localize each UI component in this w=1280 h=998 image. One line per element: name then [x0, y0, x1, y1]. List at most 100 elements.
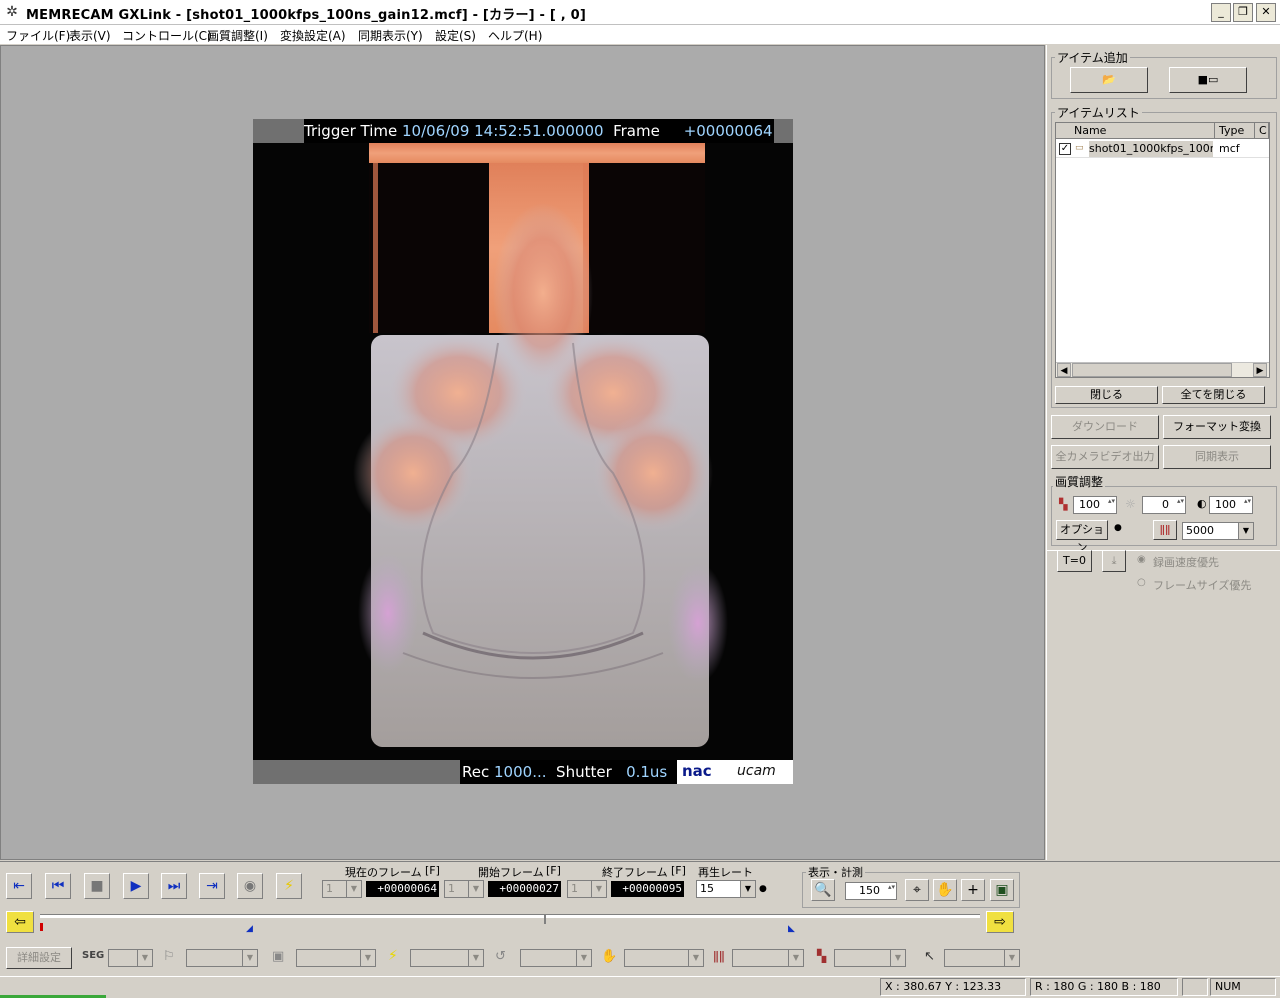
scroll-left-icon[interactable]: ◀	[1057, 363, 1071, 377]
camera-frame[interactable]: Trigger Time 10/06/09 14:52:51.000000 Fr…	[253, 119, 793, 784]
hand-select[interactable]: ▼	[624, 949, 704, 967]
minimize-button[interactable]: _	[1211, 3, 1231, 22]
menu-sync-display[interactable]: 同期表示(Y)	[358, 27, 423, 44]
last-frame-icon[interactable]: ⇥	[199, 873, 225, 899]
dropdown-arrow-icon[interactable]: ▼	[360, 950, 375, 966]
timeline-slider[interactable]: ◢ ◣	[40, 914, 980, 936]
stop-icon[interactable]: ■	[84, 873, 110, 899]
menu-convert-settings[interactable]: 変換設定(A)	[280, 27, 346, 44]
close-button[interactable]: 閉じる	[1055, 386, 1158, 404]
radio-size-icon[interactable]: ○	[1137, 577, 1146, 588]
rotate-select[interactable]: ▼	[520, 949, 592, 967]
horizontal-scrollbar[interactable]: ◀ ▶	[1056, 362, 1269, 377]
hand-tool-icon[interactable]: ✋	[601, 949, 617, 964]
dropdown-arrow-icon[interactable]: ▼	[740, 881, 755, 897]
color-temp-icon[interactable]: ǁǁ	[1153, 520, 1177, 540]
image-viewer[interactable]: Trigger Time 10/06/09 14:52:51.000000 Fr…	[0, 45, 1045, 860]
frame-icon[interactable]: ▣	[272, 949, 284, 964]
dropdown-arrow-icon[interactable]: ▼	[468, 881, 483, 897]
color-temp-select[interactable]: 5000 ▼	[1182, 522, 1254, 540]
detail-settings-button[interactable]: 詳細設定	[6, 947, 72, 969]
column-c[interactable]: C	[1255, 123, 1269, 139]
dropdown-arrow-icon[interactable]: ▼	[468, 950, 483, 966]
color-bars-icon[interactable]: ǁǁ	[713, 949, 725, 963]
menu-view[interactable]: 表示(V)	[69, 27, 111, 44]
gamma-spinner[interactable]: 100	[1209, 496, 1253, 514]
download-button[interactable]: ダウンロード	[1051, 415, 1159, 439]
menu-settings[interactable]: 設定(S)	[435, 27, 476, 44]
list-item[interactable]: ✓ ▭ shot01_1000kfps_100n... mcf	[1056, 140, 1269, 158]
dropdown-arrow-icon[interactable]: ▼	[688, 950, 703, 966]
rotate-icon[interactable]: ↺	[495, 949, 506, 964]
format-convert-button[interactable]: フォーマット変換	[1163, 415, 1271, 439]
menu-image-adjust[interactable]: 画質調整(I)	[207, 27, 268, 44]
maximize-button[interactable]: ❐	[1233, 3, 1253, 22]
step-back-icon[interactable]: ⏮	[45, 873, 71, 899]
seg-select[interactable]: ▼	[108, 949, 153, 967]
start-range-marker-icon[interactable]: ◢	[246, 924, 253, 934]
cursor-icon[interactable]: ↖	[924, 949, 935, 964]
step-forward-icon[interactable]: ⏭	[161, 873, 187, 899]
end-range-marker-icon[interactable]: ◣	[788, 924, 795, 934]
fit-icon[interactable]: ⌖	[905, 879, 929, 901]
menu-help[interactable]: ヘルプ(H)	[488, 27, 542, 44]
dropdown-arrow-icon[interactable]: ▼	[137, 950, 152, 966]
open-file-button[interactable]: 📂	[1070, 67, 1148, 93]
item-checkbox[interactable]: ✓	[1059, 143, 1071, 155]
trigger-select[interactable]: ▼	[410, 949, 484, 967]
run-select[interactable]: ▼	[186, 949, 258, 967]
record-icon[interactable]: ◉	[237, 873, 263, 899]
all-camera-video-button[interactable]: 全カメラビデオ出力	[1051, 445, 1159, 469]
contrast-tool-icon[interactable]: ▚	[817, 949, 826, 963]
download-arrow-icon[interactable]: ⤓	[1102, 550, 1126, 572]
dropdown-arrow-icon[interactable]: ▼	[576, 950, 591, 966]
crosshair-icon[interactable]: +	[961, 879, 985, 901]
item-list[interactable]: Name Type C ✓ ▭ shot01_1000kfps_100n... …	[1055, 122, 1270, 378]
t0-button[interactable]: T=0	[1057, 550, 1092, 572]
measure-icon[interactable]: ▣	[990, 879, 1014, 901]
end-frame-select[interactable]: 1 ▼	[567, 880, 607, 898]
run-icon[interactable]: ⚐	[163, 949, 175, 964]
app-icon[interactable]: ✲	[4, 4, 20, 20]
trigger-lightning-icon[interactable]: ⚡	[276, 873, 302, 899]
radio-size-priority[interactable]: フレームサイズ優先	[1153, 577, 1251, 593]
hand-icon[interactable]: ✋	[933, 879, 957, 901]
playback-rate-select[interactable]: 15 ▼	[696, 880, 756, 898]
dropdown-arrow-icon[interactable]: ▼	[1238, 523, 1253, 539]
menu-file[interactable]: ファイル(F)	[6, 27, 70, 44]
first-frame-icon[interactable]: ⇤	[6, 873, 32, 899]
contrast-spinner[interactable]: 100	[1073, 496, 1117, 514]
frame-select[interactable]: ▼	[296, 949, 376, 967]
dropdown-arrow-icon[interactable]: ▼	[591, 881, 606, 897]
jump-start-icon[interactable]: ⇦	[6, 911, 34, 933]
start-frame-select[interactable]: 1 ▼	[444, 880, 484, 898]
add-camera-button[interactable]: ■▭	[1169, 67, 1247, 93]
play-icon[interactable]: ▶	[123, 873, 149, 899]
zoom-spinner[interactable]: 150	[845, 882, 897, 900]
dropdown-arrow-icon[interactable]: ▼	[890, 950, 905, 966]
dropdown-arrow-icon[interactable]: ▼	[242, 950, 257, 966]
close-all-button[interactable]: 全てを閉じる	[1162, 386, 1265, 404]
dropdown-arrow-icon[interactable]: ▼	[1004, 950, 1019, 966]
radio-speed-priority[interactable]: 録画速度優先	[1153, 554, 1219, 570]
scroll-right-icon[interactable]: ▶	[1253, 363, 1267, 377]
brightness-spinner[interactable]: 0	[1142, 496, 1186, 514]
column-name[interactable]: Name	[1056, 123, 1215, 139]
timeline-thumb[interactable]	[544, 914, 546, 924]
jump-end-icon[interactable]: ⇨	[986, 911, 1014, 933]
column-type[interactable]: Type	[1215, 123, 1255, 139]
dropdown-arrow-icon[interactable]: ▼	[346, 881, 361, 897]
contrast-select[interactable]: ▼	[834, 949, 906, 967]
close-window-button[interactable]: ✕	[1256, 3, 1276, 22]
scroll-thumb[interactable]	[1072, 363, 1232, 377]
sync-display-button[interactable]: 同期表示	[1163, 445, 1271, 469]
cursor-select[interactable]: ▼	[944, 949, 1020, 967]
option-button[interactable]: オプション	[1056, 520, 1108, 554]
lightning-icon[interactable]: ⚡	[388, 948, 398, 964]
zoom-icon[interactable]: 🔍	[811, 879, 835, 901]
radio-speed-icon[interactable]: ◉	[1137, 554, 1146, 565]
dropdown-arrow-icon[interactable]: ▼	[788, 950, 803, 966]
current-frame-select[interactable]: 1 ▼	[322, 880, 362, 898]
color-select[interactable]: ▼	[732, 949, 804, 967]
menu-control[interactable]: コントロール(C)	[122, 27, 212, 44]
